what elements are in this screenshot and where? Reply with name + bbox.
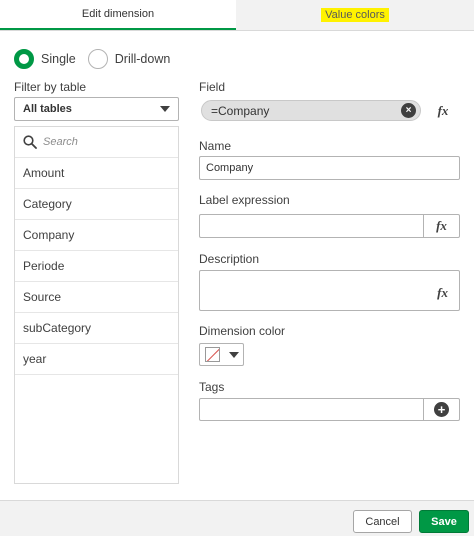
add-tag-button[interactable]: + xyxy=(423,399,459,420)
drill-down-radio-label[interactable]: Drill-down xyxy=(115,52,171,66)
name-input[interactable]: Company xyxy=(199,156,460,180)
dialog-footer: Cancel Save xyxy=(0,500,474,536)
fields-list: Amount Category Company Periode Source s… xyxy=(14,126,179,484)
dimension-color-picker[interactable] xyxy=(199,343,244,366)
dimension-type-radio-group: Single Drill-down xyxy=(14,49,182,69)
fx-icon: fx xyxy=(436,218,447,233)
table-filter-dropdown[interactable]: All tables xyxy=(14,97,179,121)
list-item-company[interactable]: Company xyxy=(15,220,178,251)
list-item-periode[interactable]: Periode xyxy=(15,251,178,282)
tab-edit-dimension-label: Edit dimension xyxy=(81,8,155,20)
chevron-down-icon xyxy=(229,351,239,358)
fx-icon: fx xyxy=(437,103,449,118)
description-fx-button[interactable]: fx xyxy=(437,285,448,301)
cancel-button[interactable]: Cancel xyxy=(353,510,412,533)
chevron-down-icon xyxy=(160,106,170,112)
search-row xyxy=(15,127,178,158)
field-expression-chip[interactable]: =Company × xyxy=(201,100,421,121)
label-expression-input[interactable]: fx xyxy=(199,214,460,238)
field-label: Field xyxy=(199,80,226,94)
filter-by-table-label: Filter by table xyxy=(14,80,87,94)
single-radio[interactable] xyxy=(14,49,34,69)
save-button[interactable]: Save xyxy=(419,510,469,533)
list-item-year[interactable]: year xyxy=(15,344,178,375)
name-input-value: Company xyxy=(206,162,254,174)
tab-bar: Edit dimension Value colors xyxy=(0,0,474,31)
field-input[interactable]: =Company × fx xyxy=(199,99,460,123)
tab-value-colors[interactable]: Value colors xyxy=(236,0,474,30)
label-expression-fx-button[interactable]: fx xyxy=(423,215,459,237)
field-expression-value: =Company xyxy=(211,103,270,118)
clear-field-icon[interactable]: × xyxy=(401,103,416,118)
tab-edit-dimension[interactable]: Edit dimension xyxy=(0,0,236,30)
list-item-subcategory[interactable]: subCategory xyxy=(15,313,178,344)
name-label: Name xyxy=(199,139,232,153)
search-input[interactable] xyxy=(43,136,163,148)
plus-icon: + xyxy=(434,402,449,417)
dimension-color-label: Dimension color xyxy=(199,324,286,338)
tab-value-colors-label: Value colors xyxy=(321,8,389,22)
drill-down-radio[interactable] xyxy=(87,49,108,69)
single-radio-label[interactable]: Single xyxy=(41,52,76,66)
list-item-source[interactable]: Source xyxy=(15,282,178,313)
list-item-amount[interactable]: Amount xyxy=(15,158,178,189)
table-filter-value: All tables xyxy=(23,103,72,115)
tags-label: Tags xyxy=(199,380,225,394)
tags-input[interactable]: + xyxy=(199,398,460,421)
no-color-swatch-icon xyxy=(205,347,220,362)
field-expression-editor-button[interactable]: fx xyxy=(426,99,460,123)
list-item-category[interactable]: Category xyxy=(15,189,178,220)
description-input[interactable]: fx xyxy=(199,270,460,311)
search-icon xyxy=(23,135,37,149)
label-expression-label: Label expression xyxy=(199,193,290,207)
description-label: Description xyxy=(199,252,260,266)
